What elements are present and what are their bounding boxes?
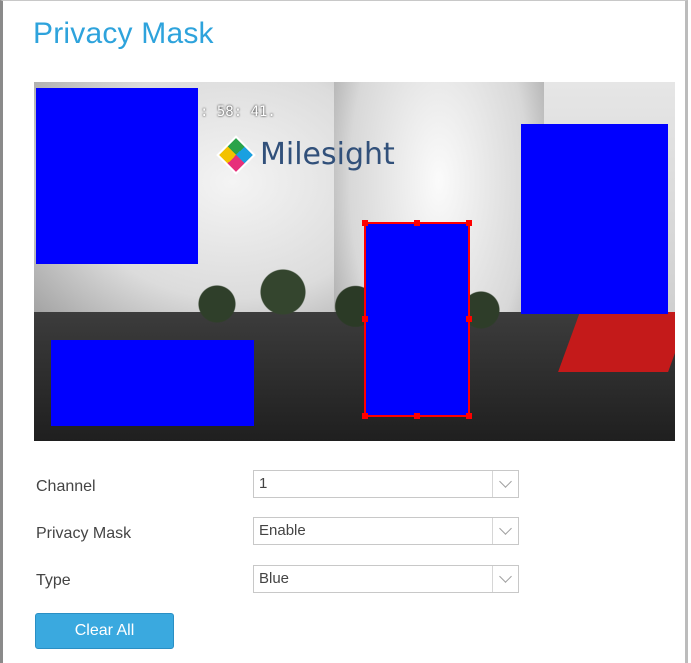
privacy-mask-select[interactable]: Enable <box>253 517 519 545</box>
channel-select[interactable]: 1 <box>253 470 519 498</box>
resize-handle-top[interactable] <box>414 220 420 226</box>
video-preview[interactable]: Milesight : 58: 41. <box>34 82 675 441</box>
channel-dropdown-button[interactable] <box>492 471 518 497</box>
mask-area-3[interactable] <box>51 340 254 426</box>
chevron-down-icon <box>499 522 512 535</box>
resize-handle-bottom-left[interactable] <box>362 413 368 419</box>
resize-handle-top-right[interactable] <box>466 220 472 226</box>
resize-handle-top-left[interactable] <box>362 220 368 226</box>
resize-handle-right[interactable] <box>466 316 472 322</box>
mask-area-4-selected[interactable] <box>364 222 470 417</box>
resize-handle-bottom[interactable] <box>414 413 420 419</box>
type-select[interactable]: Blue <box>253 565 519 593</box>
type-dropdown-button[interactable] <box>492 566 518 592</box>
scene-mat <box>558 312 675 372</box>
resize-handle-bottom-right[interactable] <box>466 413 472 419</box>
chevron-down-icon <box>499 570 512 583</box>
type-label: Type <box>36 572 71 589</box>
clear-all-button[interactable]: Clear All <box>35 613 174 649</box>
mask-area-2[interactable] <box>521 124 668 314</box>
type-value: Blue <box>259 570 290 587</box>
milesight-logo: Milesight <box>216 134 395 175</box>
privacy-mask-label: Privacy Mask <box>36 525 132 542</box>
privacy-mask-dropdown-button[interactable] <box>492 518 518 544</box>
logo-text: Milesight <box>260 137 395 172</box>
milesight-logo-icon <box>216 134 256 175</box>
privacy-mask-value: Enable <box>259 522 306 539</box>
resize-handle-left[interactable] <box>362 316 368 322</box>
mask-area-1[interactable] <box>36 88 198 264</box>
page-title: Privacy Mask <box>33 17 214 50</box>
channel-value: 1 <box>259 475 268 492</box>
osd-timestamp: : 58: 41. <box>200 104 276 120</box>
privacy-mask-panel: Privacy Mask Milesight : 58: 41. Channel… <box>0 0 688 663</box>
chevron-down-icon <box>499 475 512 488</box>
channel-label: Channel <box>36 478 96 495</box>
